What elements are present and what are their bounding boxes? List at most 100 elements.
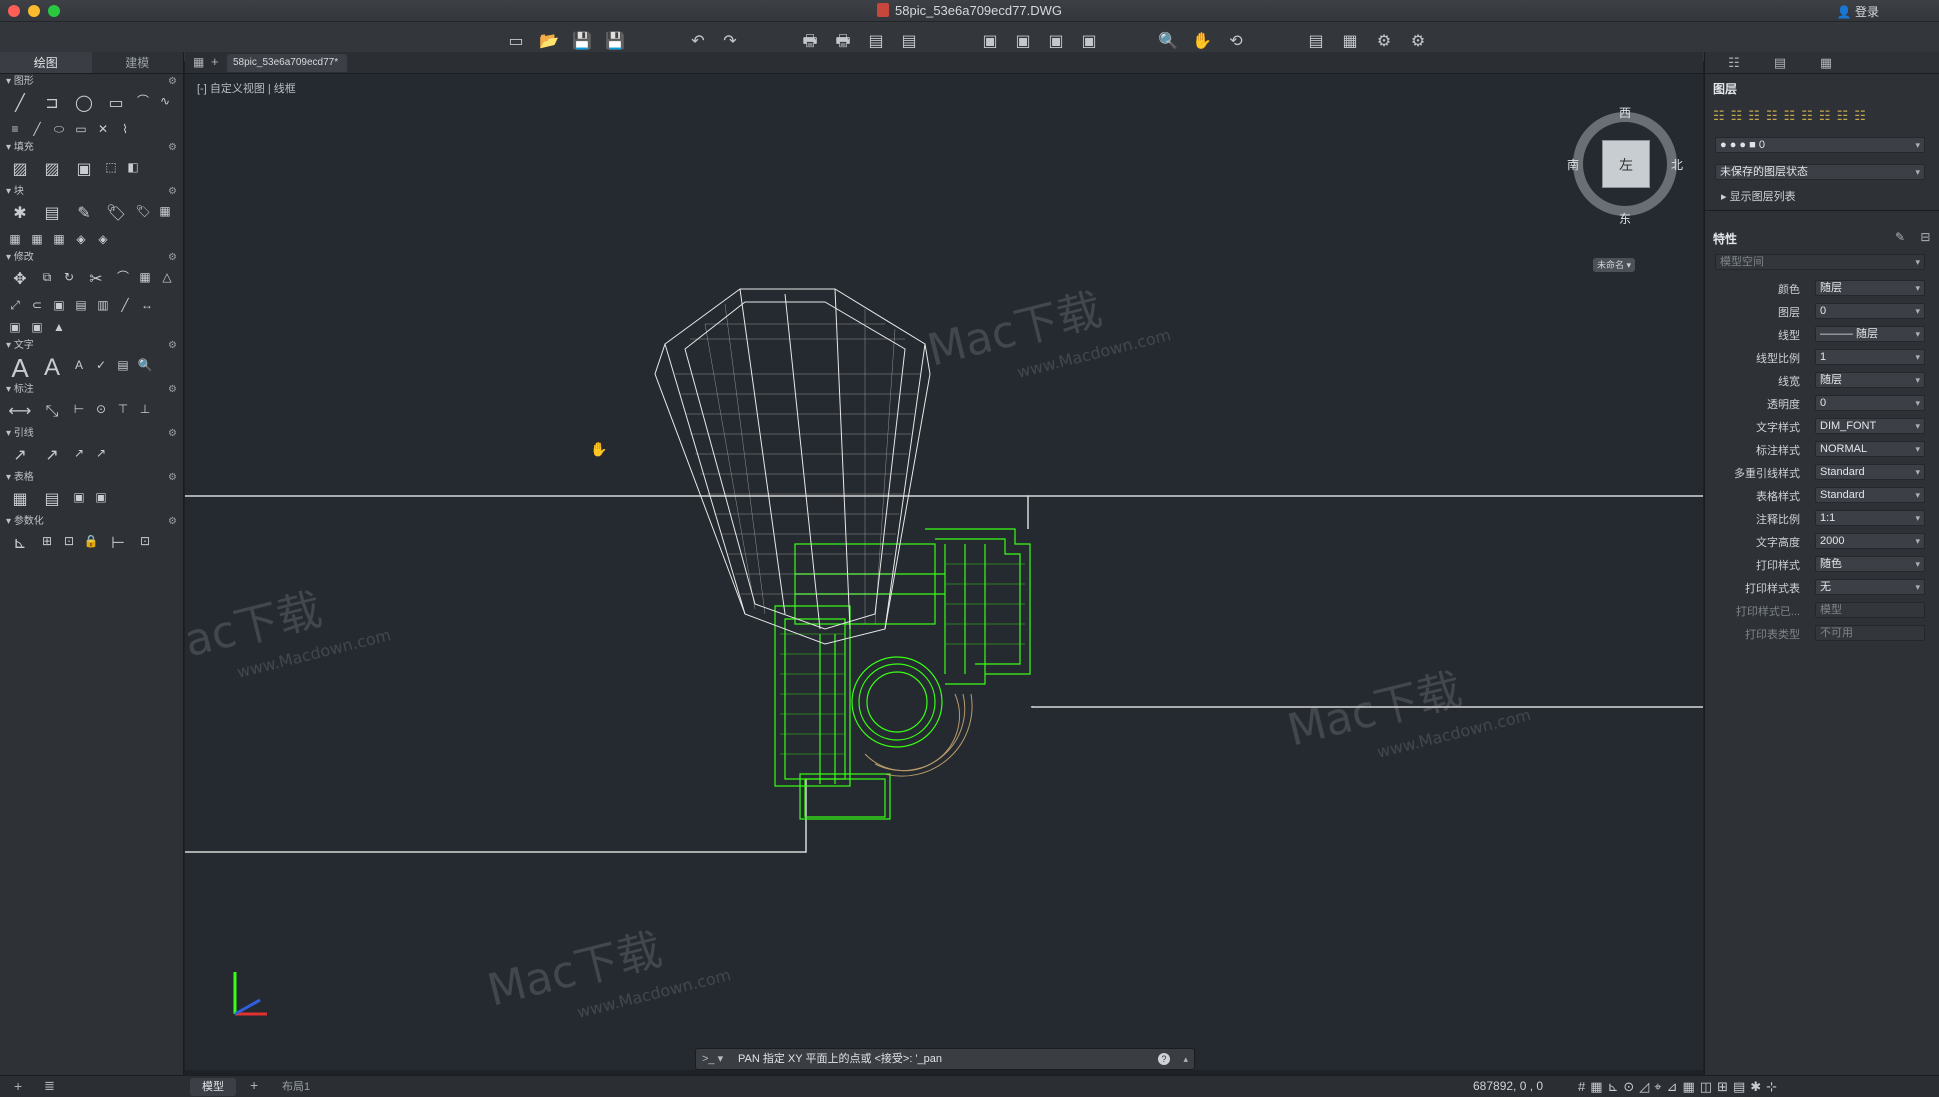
property-value[interactable]: 1:1 <box>1815 510 1925 526</box>
drawing-canvas[interactable]: [-] 自定义视图 | 线框 ✋ Mac下载 www.Macdown.com M… <box>185 74 1703 1070</box>
add-layout-button[interactable]: + <box>250 1077 258 1093</box>
spline-icon[interactable]: ∿ <box>156 92 174 110</box>
properties-icon[interactable]: ▤ <box>1306 32 1326 52</box>
table-tab-icon[interactable]: ▦ <box>1817 55 1835 71</box>
show-layer-list[interactable]: ▸ 显示图层列表 <box>1721 188 1796 204</box>
continue-dim-icon[interactable]: ⊤ <box>114 400 132 418</box>
mtext-icon[interactable]: A <box>6 355 34 381</box>
gear-icon[interactable]: ⚙ <box>168 74 177 90</box>
gear-icon[interactable]: ⚙ <box>168 184 177 200</box>
property-value[interactable]: 随层 <box>1815 280 1925 296</box>
baseline-dim-icon[interactable]: ⊢ <box>70 400 88 418</box>
open-file-icon[interactable]: 📂 <box>539 32 559 52</box>
section-dimension[interactable]: ▾ 标注 ⚙ <box>0 382 183 398</box>
property-value[interactable]: 0 <box>1815 303 1925 319</box>
gear-icon[interactable]: ⚙ <box>168 250 177 266</box>
trim-icon[interactable]: ✂ <box>82 268 110 292</box>
block-tool-4-icon[interactable]: ▦ <box>28 230 46 248</box>
section-parametric[interactable]: ▾ 参数化 ⚙ <box>0 514 183 530</box>
menu-icon[interactable]: ≣ <box>44 1078 55 1094</box>
section-fill[interactable]: ▾ 填充 ⚙ <box>0 140 183 156</box>
block-tool-5-icon[interactable]: ▦ <box>50 230 68 248</box>
match-icon[interactable]: ⚙ <box>1374 32 1394 52</box>
layer-tools[interactable]: ☷☷☷☷☷☷☷☷☷ <box>1713 108 1872 124</box>
tab-layout1[interactable]: 布局1 <box>270 1078 322 1096</box>
region-icon[interactable]: ⬚ <box>102 158 120 176</box>
share-icon[interactable]: ⚙ <box>1408 32 1428 52</box>
property-value[interactable]: ——— 随层 <box>1815 326 1925 342</box>
gear-icon[interactable]: ⚙ <box>168 514 177 530</box>
attach-icon[interactable]: ▣ <box>1046 32 1066 52</box>
help-icon[interactable]: ? <box>1158 1053 1170 1065</box>
plot-icon[interactable]: 🖶 <box>833 32 853 52</box>
table-icon[interactable]: ▦ <box>6 488 34 512</box>
rotate-icon[interactable]: ↻ <box>60 268 78 286</box>
text-style-icon[interactable]: ▤ <box>114 356 132 374</box>
rectangle-icon[interactable]: ▭ <box>102 92 130 116</box>
block-tool-7-icon[interactable]: ◈ <box>94 230 112 248</box>
new-file-icon[interactable]: ▭ <box>506 32 526 52</box>
mleader-icon[interactable]: ↗ <box>38 444 66 468</box>
view-cube[interactable]: 左 西 北 东 南 <box>1565 104 1685 227</box>
property-value[interactable]: 2000 <box>1815 533 1925 549</box>
find-text-icon[interactable]: 🔍 <box>136 356 154 374</box>
save-icon[interactable]: 💾 <box>572 32 592 52</box>
grid-view-icon[interactable]: ▦ <box>193 55 204 69</box>
extract-data-icon[interactable]: ▣ <box>70 488 88 506</box>
revcloud-icon[interactable]: ⌇ <box>116 120 134 138</box>
layers-tab-icon[interactable]: ☷ <box>1725 55 1743 71</box>
ray-icon[interactable]: ╱ <box>28 120 46 138</box>
linear-dim-icon[interactable]: ⟷ <box>6 400 34 424</box>
mirror-icon[interactable]: △ <box>158 268 176 286</box>
ellipse-icon[interactable]: ⬭ <box>50 120 68 138</box>
polygon-icon[interactable]: ▭ <box>72 120 90 138</box>
blocks-tab-icon[interactable]: ▤ <box>1771 55 1789 71</box>
print-icon[interactable]: 🖶 <box>800 32 820 52</box>
edit-block-icon[interactable]: ✎ <box>70 202 98 226</box>
data-link-icon[interactable]: ▤ <box>38 488 66 512</box>
command-line[interactable]: >_ ▾ PAN 指定 XY 平面上的点或 <接受>: '_pan ? ▴ <box>695 1048 1195 1070</box>
coincident-icon[interactable]: ⊡ <box>60 532 78 550</box>
selection-dropdown[interactable]: 模型空间 <box>1715 254 1925 270</box>
gear-icon[interactable]: ⚙ <box>168 470 177 486</box>
property-value[interactable]: 无 <box>1815 579 1925 595</box>
tab-modeling[interactable]: 建模 <box>92 52 184 73</box>
section-modify[interactable]: ▾ 修改 ⚙ <box>0 250 183 266</box>
compass-east[interactable]: 北 <box>1671 156 1683 173</box>
copy-icon[interactable]: ⧉ <box>38 268 56 286</box>
gradient-icon[interactable]: ▨ <box>38 158 66 182</box>
gear-icon[interactable]: ⚙ <box>168 338 177 354</box>
property-value[interactable]: 随层 <box>1815 372 1925 388</box>
show-constraints-icon[interactable]: ⊡ <box>136 532 154 550</box>
compass-south[interactable]: 东 <box>1619 210 1631 227</box>
xline-icon[interactable]: ✕ <box>94 120 112 138</box>
array-icon[interactable]: ▦ <box>136 268 154 286</box>
section-table[interactable]: ▾ 表格 ⚙ <box>0 470 183 486</box>
block-tool-6-icon[interactable]: ◈ <box>72 230 90 248</box>
leader-icon[interactable]: ↗ <box>6 444 34 468</box>
boundary-icon[interactable]: ▣ <box>70 158 98 182</box>
break-icon[interactable]: ╱ <box>116 296 134 314</box>
wipeout-icon[interactable]: ◧ <box>124 158 142 176</box>
add-icon[interactable]: + <box>14 1078 22 1094</box>
spell-check-icon[interactable]: ✓ <box>92 356 110 374</box>
single-line-text-icon[interactable]: A <box>38 356 66 380</box>
expand-history-icon[interactable]: ▴ <box>1183 1049 1188 1069</box>
insert-block-icon[interactable]: ▤ <box>38 202 66 226</box>
lengthen-icon[interactable]: ▣ <box>6 318 24 336</box>
geometric-constraint-icon[interactable]: ⊾ <box>6 532 34 556</box>
property-value[interactable]: 1 <box>1815 349 1925 365</box>
ucs-menu-button[interactable]: 未命名 ▾ <box>1593 258 1636 272</box>
fillet-icon[interactable]: ⌒ <box>114 268 132 286</box>
login-button[interactable]: 👤 登录 <box>1837 3 1879 20</box>
status-toggles[interactable]: #▦⊾⊙◿⌖⊿▦◫⊞▤✱⊹ <box>1578 1079 1782 1095</box>
block-tool-2-icon[interactable]: ▦ <box>156 202 174 220</box>
gear-icon[interactable]: ⚙ <box>168 140 177 156</box>
explode-icon[interactable]: ▤ <box>72 296 90 314</box>
import-icon[interactable]: ▣ <box>980 32 1000 52</box>
ordinate-dim-icon[interactable]: ⊥ <box>136 400 154 418</box>
undo-icon[interactable]: ↶ <box>688 32 708 52</box>
publish-icon[interactable]: ▤ <box>866 32 886 52</box>
current-layer-dropdown[interactable]: ● ● ● ■ 0 <box>1715 137 1925 153</box>
property-value[interactable]: NORMAL <box>1815 441 1925 457</box>
